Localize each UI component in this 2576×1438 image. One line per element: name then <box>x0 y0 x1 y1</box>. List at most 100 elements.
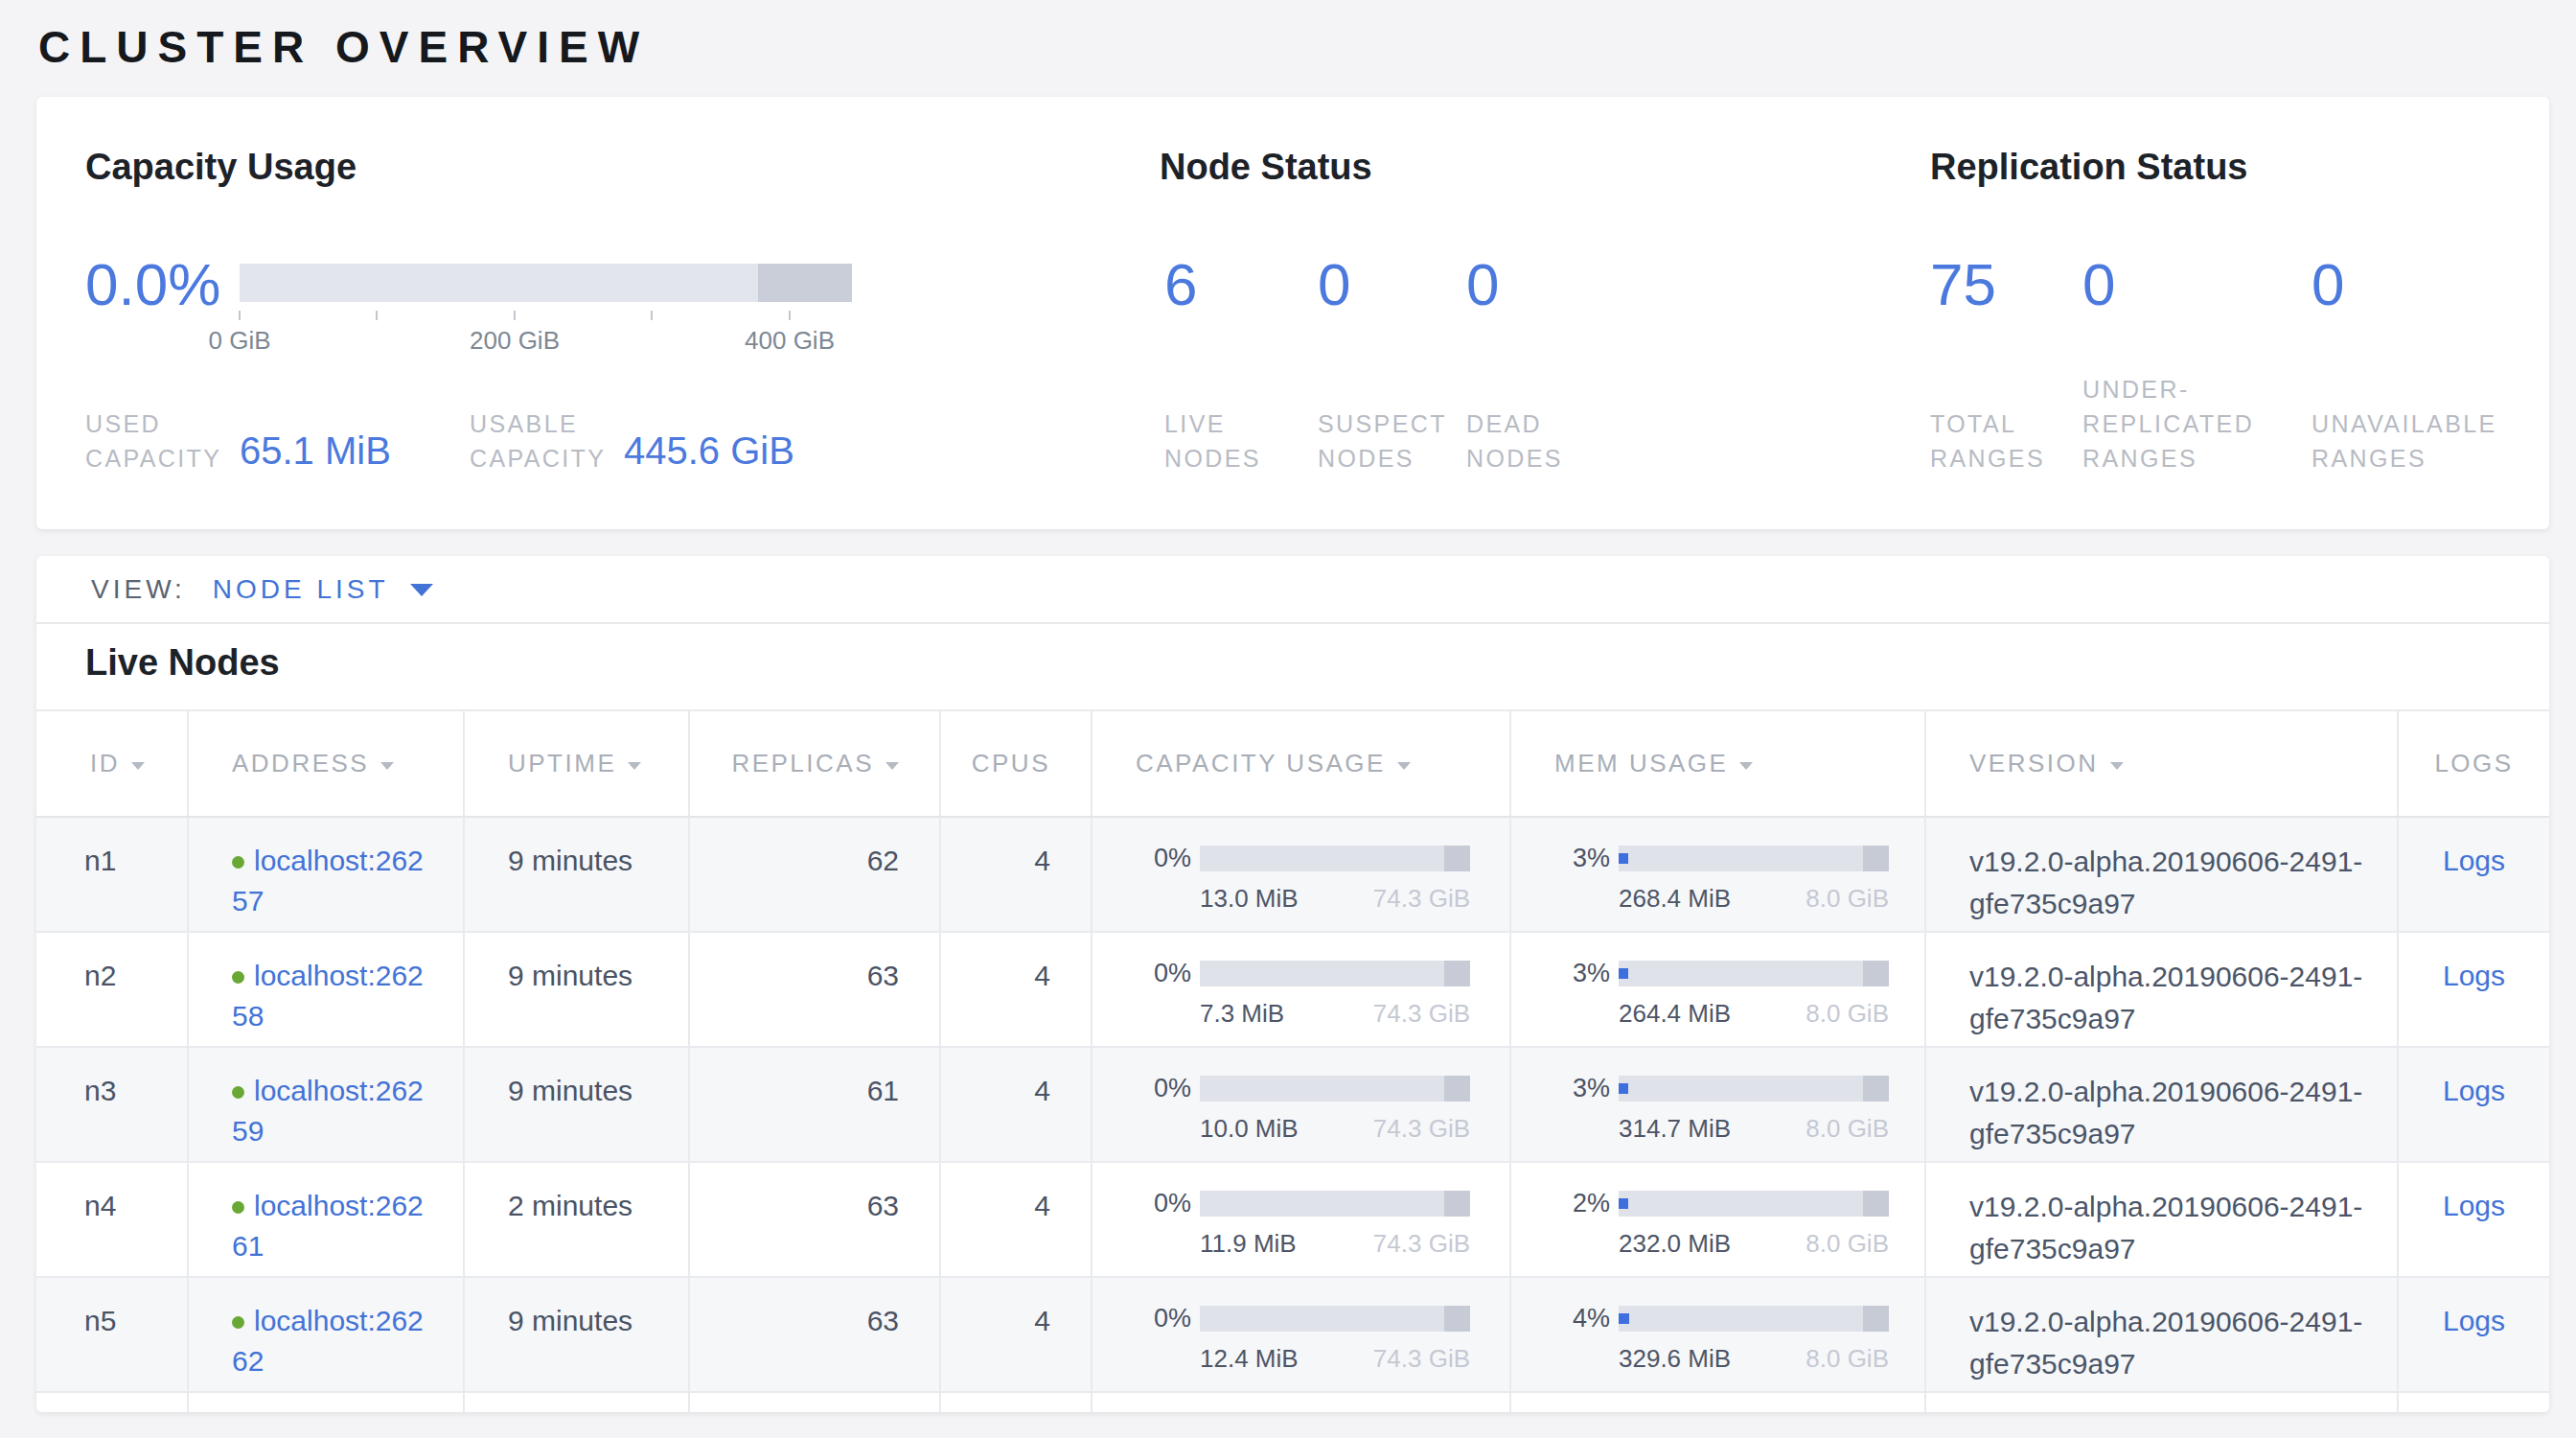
live-nodes-title: Live Nodes <box>85 642 280 684</box>
cluster-overview-page: CLUSTER OVERVIEW Capacity Usage 0.0% 0 G… <box>0 0 2576 1438</box>
node-version-cell: v19.2.0-alpha.20190606-2491-gfe735c9a97 <box>1926 1048 2399 1163</box>
node-version-cell: v19.2.0-alpha.20190606-2491-gfe735c9a97 <box>1926 1163 2399 1278</box>
node-address-cell: localhost:26262 <box>189 1278 465 1393</box>
used-capacity-value: 65.1 MiB <box>240 429 391 473</box>
logs-link[interactable]: Logs <box>2443 960 2505 991</box>
node-address-link[interactable]: localhost:26259 <box>232 1075 424 1147</box>
table-header-row: ID ADDRESS UPTIME REPLICAS CPUS CAPACITY… <box>36 709 2549 818</box>
logs-link[interactable]: Logs <box>2443 1190 2505 1221</box>
node-mem-cell: 3% 314.7 MiB8.0 GiB <box>1511 1048 1926 1163</box>
node-version-cell: v19.2.0-alpha.20190606-2491-gfe735c9a97 <box>1926 818 2399 933</box>
node-cpus-cell <box>941 1393 1092 1412</box>
node-logs-cell: Logs <box>2399 933 2549 1048</box>
live-nodes-table: ID ADDRESS UPTIME REPLICAS CPUS CAPACITY… <box>36 709 2549 1412</box>
logs-link[interactable]: Logs <box>2443 1305 2505 1336</box>
node-id-cell: n2 <box>36 933 189 1048</box>
suspect-nodes-count: 0 <box>1318 255 1350 314</box>
node-id-cell: n1 <box>36 818 189 933</box>
logs-link[interactable]: Logs <box>2443 1075 2505 1106</box>
node-logs-cell: Logs <box>2399 818 2549 933</box>
logs-link[interactable]: Logs <box>2443 845 2505 876</box>
mem-bar <box>1619 846 1889 871</box>
col-header-capacity-usage[interactable]: CAPACITY USAGE <box>1092 709 1511 818</box>
node-status-title: Node Status <box>1160 147 1372 188</box>
node-capacity-cell: 0% 10.0 MiB74.3 GiB <box>1092 1048 1511 1163</box>
axis-tick <box>376 311 378 320</box>
view-selector[interactable]: NODE LIST <box>213 574 389 605</box>
node-uptime-cell: 9 minutes <box>465 1048 690 1163</box>
suspect-nodes-label: SUSPECT NODES <box>1318 406 1452 475</box>
axis-tick <box>514 311 516 320</box>
unavailable-count: 0 <box>2312 255 2344 314</box>
live-status-icon <box>232 856 244 869</box>
usable-capacity-value: 445.6 GiB <box>624 429 794 473</box>
total-ranges-label: TOTAL RANGES <box>1930 406 2074 475</box>
table-row: n2 localhost:26258 9 minutes 63 4 0% 7.3… <box>36 933 2549 1048</box>
node-replicas-cell: 63 <box>690 933 941 1048</box>
table-row: n1 localhost:26257 9 minutes 62 4 0% 13.… <box>36 818 2549 933</box>
col-header-cpus[interactable]: CPUS <box>941 709 1092 818</box>
live-status-icon <box>232 971 244 984</box>
node-capacity-cell: 0% 7.3 MiB74.3 GiB <box>1092 933 1511 1048</box>
under-replicated-count: 0 <box>2082 255 2115 314</box>
col-header-id[interactable]: ID <box>36 709 189 818</box>
node-mem-cell: 2% 232.0 MiB8.0 GiB <box>1511 1163 1926 1278</box>
node-capacity-cell: 0% 13.0 MiB74.3 GiB <box>1092 818 1511 933</box>
unavailable-label: UNAVAILABLE RANGES <box>2312 406 2513 475</box>
col-header-address[interactable]: ADDRESS <box>189 709 465 818</box>
node-replicas-cell: 62 <box>690 818 941 933</box>
node-version-cell: v19.2.0-alpha.20190606-2491-gfe735c9a97 <box>1926 933 2399 1048</box>
node-mem-cell: 4% 329.6 MiB8.0 GiB <box>1511 1278 1926 1393</box>
node-capacity-cell: 0% 11.9 MiB74.3 GiB <box>1092 1163 1511 1278</box>
node-address-cell: localhost:26257 <box>189 818 465 933</box>
node-uptime-cell: 9 minutes <box>465 818 690 933</box>
node-cpus-cell: 4 <box>941 933 1092 1048</box>
node-logs-cell: Logs <box>2399 1048 2549 1163</box>
table-row: n5 localhost:26262 9 minutes 63 4 0% 12.… <box>36 1278 2549 1393</box>
dead-nodes-count: 0 <box>1466 255 1499 314</box>
node-address-link[interactable]: localhost:26262 <box>232 1305 424 1377</box>
capacity-bar <box>1200 1076 1470 1102</box>
node-uptime-cell: 9 minutes <box>465 933 690 1048</box>
view-label: VIEW: <box>91 574 186 605</box>
col-header-uptime[interactable]: UPTIME <box>465 709 690 818</box>
live-nodes-label: LIVE NODES <box>1164 406 1299 475</box>
node-replicas-cell <box>690 1393 941 1412</box>
axis-tick-label: 400 GiB <box>745 326 835 356</box>
axis-tick-label: 200 GiB <box>470 326 560 356</box>
mem-bar <box>1619 961 1889 986</box>
chevron-down-icon[interactable] <box>410 584 433 596</box>
col-header-replicas[interactable]: REPLICAS <box>690 709 941 818</box>
under-replicated-label: UNDER-REPLICATED RANGES <box>2082 372 2260 475</box>
sort-icon <box>886 762 899 770</box>
node-address-cell: localhost:26261 <box>189 1163 465 1278</box>
live-status-icon <box>232 1201 244 1214</box>
node-id-cell: n4 <box>36 1163 189 1278</box>
page-title: CLUSTER OVERVIEW <box>38 21 649 73</box>
node-capacity-cell <box>1092 1393 1511 1412</box>
node-logs-cell: Logs <box>2399 1163 2549 1278</box>
col-header-mem-usage[interactable]: MEM USAGE <box>1511 709 1926 818</box>
capacity-bar <box>1200 846 1470 871</box>
col-header-version[interactable]: VERSION <box>1926 709 2399 818</box>
capacity-usage-title: Capacity Usage <box>85 147 356 188</box>
mem-bar <box>1619 1076 1889 1102</box>
node-id-cell <box>36 1393 189 1412</box>
node-logs-cell: Logs <box>2399 1278 2549 1393</box>
node-uptime-cell <box>465 1393 690 1412</box>
node-uptime-cell: 9 minutes <box>465 1278 690 1393</box>
node-replicas-cell: 63 <box>690 1278 941 1393</box>
capacity-usage-bar <box>240 264 852 302</box>
used-capacity-label: USED CAPACITY <box>85 406 248 475</box>
node-address-link[interactable]: localhost:26261 <box>232 1190 424 1262</box>
axis-tick <box>239 311 241 320</box>
node-address-link[interactable]: localhost:26257 <box>232 845 424 916</box>
sort-icon <box>131 762 145 770</box>
axis-tick <box>789 311 791 320</box>
node-version-cell <box>1926 1393 2399 1412</box>
total-ranges-count: 75 <box>1930 255 1996 314</box>
axis-tick <box>651 311 653 320</box>
node-address-link[interactable]: localhost:26258 <box>232 960 424 1032</box>
capacity-bar-tail <box>758 264 852 302</box>
mem-bar <box>1619 1191 1889 1217</box>
